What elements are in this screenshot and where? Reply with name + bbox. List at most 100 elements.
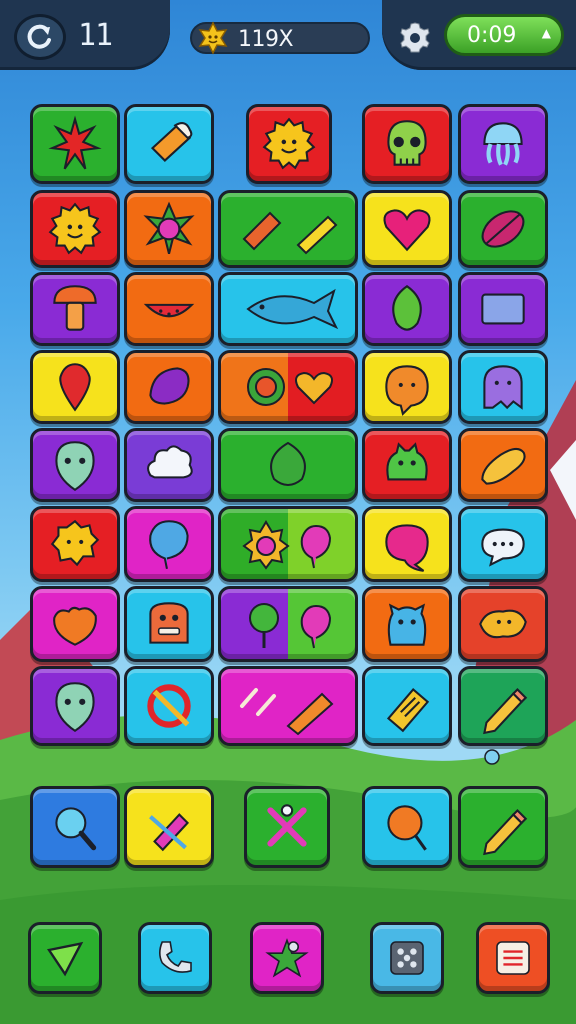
- tile-leaf[interactable]: [458, 190, 548, 268]
- lollipop-balloon-icon: [249, 603, 332, 649]
- tile-cloud[interactable]: [124, 428, 214, 502]
- rectangle-icon: [481, 293, 525, 325]
- plum-icon: [149, 367, 190, 405]
- toolbar-shape-button[interactable]: [28, 922, 102, 994]
- top-hud: 11 119X 0:09 ▲: [0, 0, 576, 70]
- leaf-icon: [481, 210, 525, 248]
- star-creature-icon: [265, 938, 309, 978]
- pencils-icon: [240, 688, 334, 736]
- level-number: 11: [78, 18, 113, 53]
- tray-slot-5[interactable]: [458, 786, 548, 868]
- tile-balloon[interactable]: [30, 350, 120, 424]
- crossed-sticks-icon: [267, 804, 307, 847]
- tray-slot-4[interactable]: [362, 786, 452, 868]
- tile-sun-blob[interactable]: [30, 506, 120, 582]
- tile-rectangle[interactable]: [458, 272, 548, 346]
- tile-lollipop-balloon[interactable]: [218, 586, 358, 662]
- tile-leaf-big[interactable]: [218, 428, 358, 502]
- tile-flower[interactable]: [124, 190, 214, 268]
- tray-slot-3[interactable]: [244, 786, 330, 868]
- tile-candy-pair[interactable]: [218, 190, 358, 268]
- speech-balloon-icon: [385, 524, 429, 572]
- tile-speech-balloon[interactable]: [362, 506, 452, 582]
- score-counter: 119X: [190, 21, 370, 55]
- tile-plum[interactable]: [124, 350, 214, 424]
- tile-ticket[interactable]: [362, 666, 452, 746]
- tile-alien-head[interactable]: [30, 428, 120, 502]
- sun-blob-icon: [50, 519, 100, 567]
- tray-slot-2[interactable]: [124, 786, 214, 868]
- leaf-icon: [392, 285, 422, 331]
- tile-no-sign[interactable]: [124, 666, 214, 746]
- tile-blob-face[interactable]: [362, 350, 452, 424]
- pencil-icon: [483, 688, 528, 735]
- tile-skull[interactable]: [362, 104, 452, 184]
- tile-spiky-creature[interactable]: [30, 104, 120, 184]
- refresh-icon: [27, 24, 51, 49]
- sunflower-balloon-icon: [242, 520, 332, 570]
- toolbar-star-button[interactable]: [250, 922, 324, 994]
- menu-icon: [496, 941, 530, 975]
- tile-frog[interactable]: [362, 428, 452, 502]
- spiky-creature-icon: [48, 115, 102, 170]
- ticket-icon: [386, 688, 430, 733]
- tile-monster-face[interactable]: [124, 586, 214, 662]
- tile-alien-head-2[interactable]: [30, 666, 120, 746]
- no-sign-icon: [147, 684, 191, 728]
- foot-icon: [481, 447, 526, 485]
- tile-flower-heart[interactable]: [218, 350, 358, 424]
- tile-leaf-2[interactable]: [362, 272, 452, 346]
- tile-jellyfish[interactable]: [458, 104, 548, 184]
- tile-pencil[interactable]: [458, 666, 548, 746]
- tile-sun-face[interactable]: [246, 104, 332, 184]
- blob-creature-icon: [479, 609, 527, 639]
- timer-value: 0:09: [467, 23, 517, 48]
- speech-bubble-icon: [481, 528, 525, 567]
- pencil-icon: [483, 809, 528, 856]
- balloon-orange-icon: [387, 805, 427, 851]
- jellyfish-icon: [483, 122, 523, 166]
- tile-mushroom[interactable]: [30, 272, 120, 346]
- restart-button[interactable]: [14, 14, 66, 60]
- tile-jelly-monster[interactable]: [362, 586, 452, 662]
- alien-head-icon: [55, 441, 95, 492]
- tile-watermelon[interactable]: [124, 272, 214, 346]
- blob-face-icon: [385, 365, 429, 416]
- timer-badge: 0:09 ▲: [444, 14, 564, 56]
- shape-tool-icon: [47, 941, 84, 977]
- toolbar-menu-button[interactable]: [476, 922, 550, 994]
- coin-star-icon: [198, 21, 228, 55]
- tile-ghost[interactable]: [458, 350, 548, 424]
- tile-heart-blob[interactable]: [30, 586, 120, 662]
- balloon-icon: [59, 363, 91, 412]
- tile-sunflower-balloon[interactable]: [218, 506, 358, 582]
- flower-icon: [143, 201, 195, 255]
- tile-pencils[interactable]: [218, 666, 358, 746]
- sun-face-icon: [48, 202, 102, 255]
- toolbar-phone-button[interactable]: [138, 922, 212, 994]
- tile-balloon-2[interactable]: [124, 506, 214, 582]
- score-value: 119X: [238, 27, 294, 52]
- heart-blob-icon: [53, 606, 97, 646]
- tray-slot-1[interactable]: [30, 786, 120, 868]
- grid-icon: [390, 941, 424, 975]
- magnifier-icon: [55, 807, 97, 851]
- jelly-monster-icon: [387, 603, 427, 646]
- tile-ice-cream[interactable]: [124, 104, 214, 184]
- leaf-big-icon: [270, 441, 306, 486]
- tile-foot[interactable]: [458, 428, 548, 502]
- timer-panel: 0:09 ▲: [382, 0, 576, 70]
- timer-up-icon: ▲: [541, 26, 551, 40]
- tile-fish[interactable]: [218, 272, 358, 346]
- tile-blob-creature[interactable]: [458, 586, 548, 662]
- toolbar-grid-button[interactable]: [370, 922, 444, 994]
- frog-icon: [386, 442, 428, 481]
- watermelon-icon: [143, 303, 195, 318]
- tile-sun-face-2[interactable]: [30, 190, 120, 268]
- tile-heart[interactable]: [362, 190, 452, 268]
- tile-speech-bubble[interactable]: [458, 506, 548, 582]
- settings-button[interactable]: [390, 14, 440, 60]
- alien-head-icon: [55, 682, 95, 733]
- monster-face-icon: [149, 602, 189, 644]
- skull-icon: [387, 120, 427, 166]
